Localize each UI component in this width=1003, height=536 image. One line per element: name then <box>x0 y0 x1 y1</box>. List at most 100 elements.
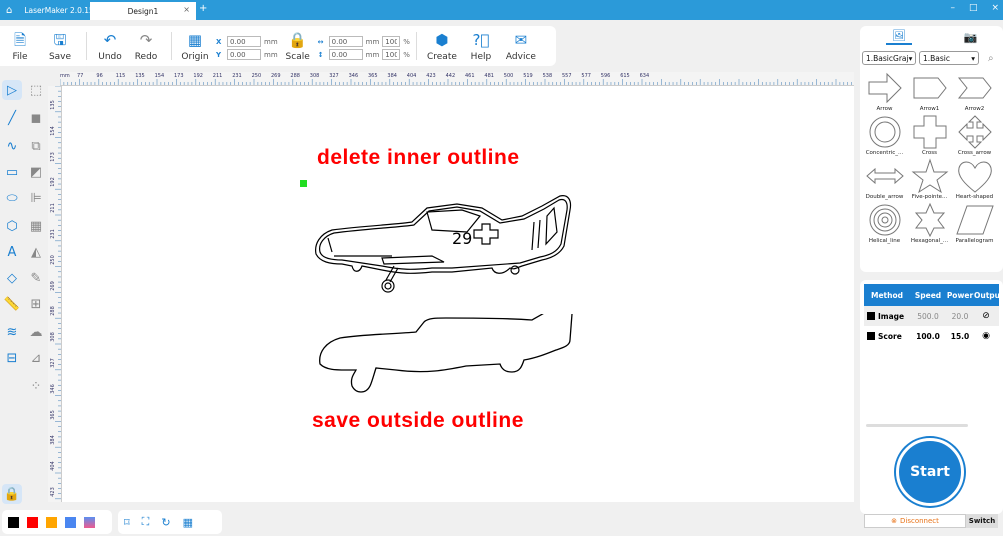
subtract-tool[interactable]: ◩ <box>26 162 46 182</box>
shape-item[interactable]: Cross <box>907 114 952 156</box>
measure-tool[interactable]: 📏 <box>2 294 22 314</box>
maximize-button[interactable]: □ <box>969 3 978 13</box>
home-icon[interactable]: ⌂ <box>6 5 12 16</box>
text-tool[interactable]: A <box>2 242 22 262</box>
shape-thumbnail <box>911 158 948 194</box>
app-tab[interactable]: ⌂ LaserMaker 2.0.15 <box>0 0 94 20</box>
array-tool[interactable]: ▦ <box>26 216 46 236</box>
rectangle-icon: ▭ <box>5 164 19 180</box>
airplane-full-outline[interactable]: 29 <box>302 186 582 306</box>
align-tool[interactable]: ⊫ <box>26 188 46 208</box>
mirror-tool[interactable]: ◭ <box>26 242 46 262</box>
shape-item[interactable]: Hexagonal_... <box>907 202 952 244</box>
color-swatch-gradient[interactable] <box>84 516 95 528</box>
shape-item[interactable]: Arrow2 <box>952 70 997 112</box>
height-unit: mm <box>365 50 380 59</box>
color-swatch-black[interactable] <box>8 516 19 528</box>
select-tool[interactable]: ▷ <box>2 80 22 100</box>
shape-item[interactable]: Parallelogram <box>952 202 997 244</box>
shape-item[interactable]: Arrow <box>862 70 907 112</box>
graphics-tab-icon[interactable]: 🖼 <box>885 29 912 45</box>
grid-toggle-icon[interactable]: ▦ <box>183 516 193 529</box>
line-tool[interactable]: ╱ <box>2 108 22 128</box>
start-button[interactable]: Start <box>896 438 964 506</box>
design-canvas[interactable]: delete inner outline 29 save outside out… <box>62 86 854 502</box>
origin-button[interactable]: ▦ Origin <box>178 26 212 66</box>
subcategory-dropdown[interactable]: 1.Basic ▾ <box>919 51 979 65</box>
curve-tool[interactable]: ∿ <box>2 136 22 156</box>
annotation-delete-inner[interactable]: delete inner outline <box>317 146 520 170</box>
polygon-tool[interactable]: ⬡ <box>2 216 22 236</box>
undo-button[interactable]: ↶ Undo <box>93 26 127 66</box>
search-icon[interactable]: ⌕ <box>988 53 994 64</box>
close-tab-icon[interactable]: × <box>183 5 190 14</box>
width-icon: ↔ <box>317 37 324 46</box>
y-input[interactable] <box>227 49 261 60</box>
advice-label: Advice <box>505 52 536 62</box>
tab-design1[interactable]: Design1 × <box>90 2 196 20</box>
fit-frame-icon[interactable]: ⌑ <box>124 516 130 529</box>
undo-icon: ↶ <box>103 31 117 49</box>
shape-item[interactable]: Five-pointe... <box>907 158 952 200</box>
layer-row-image[interactable]: Image 500.0 20.0 ⊘ <box>864 306 999 326</box>
shape-item[interactable]: Double_arrow <box>862 158 907 200</box>
scale-lock-button[interactable]: 🔒 Scale <box>282 26 314 66</box>
shape-label: Cross_arrow <box>957 150 992 156</box>
eraser-icon: ◇ <box>7 270 17 286</box>
width-pct-label: % <box>403 37 410 46</box>
edit-node-tool[interactable]: ✎ <box>26 268 46 288</box>
switch-button[interactable]: Switch <box>966 514 998 528</box>
disconnect-button[interactable]: ⊗ Disconnect <box>864 514 966 528</box>
shape-item[interactable]: Concentric_... <box>862 114 907 156</box>
minimize-button[interactable]: – <box>950 3 955 13</box>
airplane-outside-outline[interactable] <box>316 314 576 414</box>
width-input[interactable] <box>328 36 363 47</box>
rotate-icon[interactable]: ↻ <box>161 516 170 529</box>
color-swatch-blue[interactable] <box>65 516 76 528</box>
advice-button[interactable]: ✉ Advice <box>501 26 541 66</box>
shape-item[interactable]: Helical_line <box>862 202 907 244</box>
rectangle-tool[interactable]: ▭ <box>2 162 22 182</box>
save-icon: 🖫 <box>53 31 67 49</box>
ellipse-tool[interactable]: ⬭ <box>2 188 22 208</box>
create-button[interactable]: ⬢ Create <box>423 26 461 66</box>
layer-color-swatch[interactable] <box>867 312 875 320</box>
color-swatch-orange[interactable] <box>46 516 57 528</box>
close-button[interactable]: × <box>991 3 999 13</box>
intersect-tool[interactable]: ⧉ <box>26 136 46 156</box>
width-pct-input[interactable] <box>382 36 401 47</box>
eye-off-icon[interactable]: ⊘ <box>974 311 998 321</box>
offset-tool[interactable]: ☁ <box>26 322 46 342</box>
subtract-icon: ◩ <box>29 164 43 180</box>
shape-item[interactable]: Cross_arrow <box>952 114 997 156</box>
redo-button[interactable]: ↷ Redo <box>127 26 165 66</box>
save-button[interactable]: 🖫 Save <box>40 26 80 66</box>
layout-tool[interactable]: ⊟ <box>2 348 22 368</box>
layer-row-score[interactable]: Score 100.0 15.0 ◉ <box>864 326 999 346</box>
combine-tool[interactable]: ◼ <box>26 108 46 128</box>
shape-item[interactable]: Arrow1 <box>907 70 952 112</box>
crop-tool[interactable]: ⬚ <box>26 80 46 100</box>
add-tab-button[interactable]: + <box>199 3 207 14</box>
cut-tool[interactable]: ⁘ <box>26 376 46 396</box>
annotation-save-outside[interactable]: save outside outline <box>312 409 524 433</box>
zoom-selection-icon[interactable]: ⛶ <box>142 515 150 529</box>
layer-color-swatch[interactable] <box>867 332 875 340</box>
height-input[interactable] <box>328 49 363 60</box>
lock-canvas-button[interactable]: 🔒 <box>2 484 22 504</box>
bridge-tool[interactable]: ⊿ <box>26 348 46 368</box>
file-button[interactable]: 🗎 File <box>0 26 40 66</box>
eraser-tool[interactable]: ◇ <box>2 268 22 288</box>
category-dropdown[interactable]: 1.BasicGraj ▾ <box>862 51 916 65</box>
split-tool[interactable]: ⊞ <box>26 294 46 314</box>
eye-icon[interactable]: ◉ <box>974 331 998 341</box>
camera-tab-icon[interactable]: 📷 <box>963 31 977 44</box>
height-pct-input[interactable] <box>382 49 401 60</box>
shape-item[interactable]: Heart-shaped <box>952 158 997 200</box>
help-button[interactable]: ?⃝ Help <box>461 26 501 66</box>
color-swatch-red[interactable] <box>27 516 38 528</box>
shape-label: Parallelogram <box>955 238 994 244</box>
x-input[interactable] <box>227 36 261 47</box>
layers-tool[interactable]: ≋ <box>2 322 22 342</box>
shape-label: Arrow2 <box>964 106 985 112</box>
